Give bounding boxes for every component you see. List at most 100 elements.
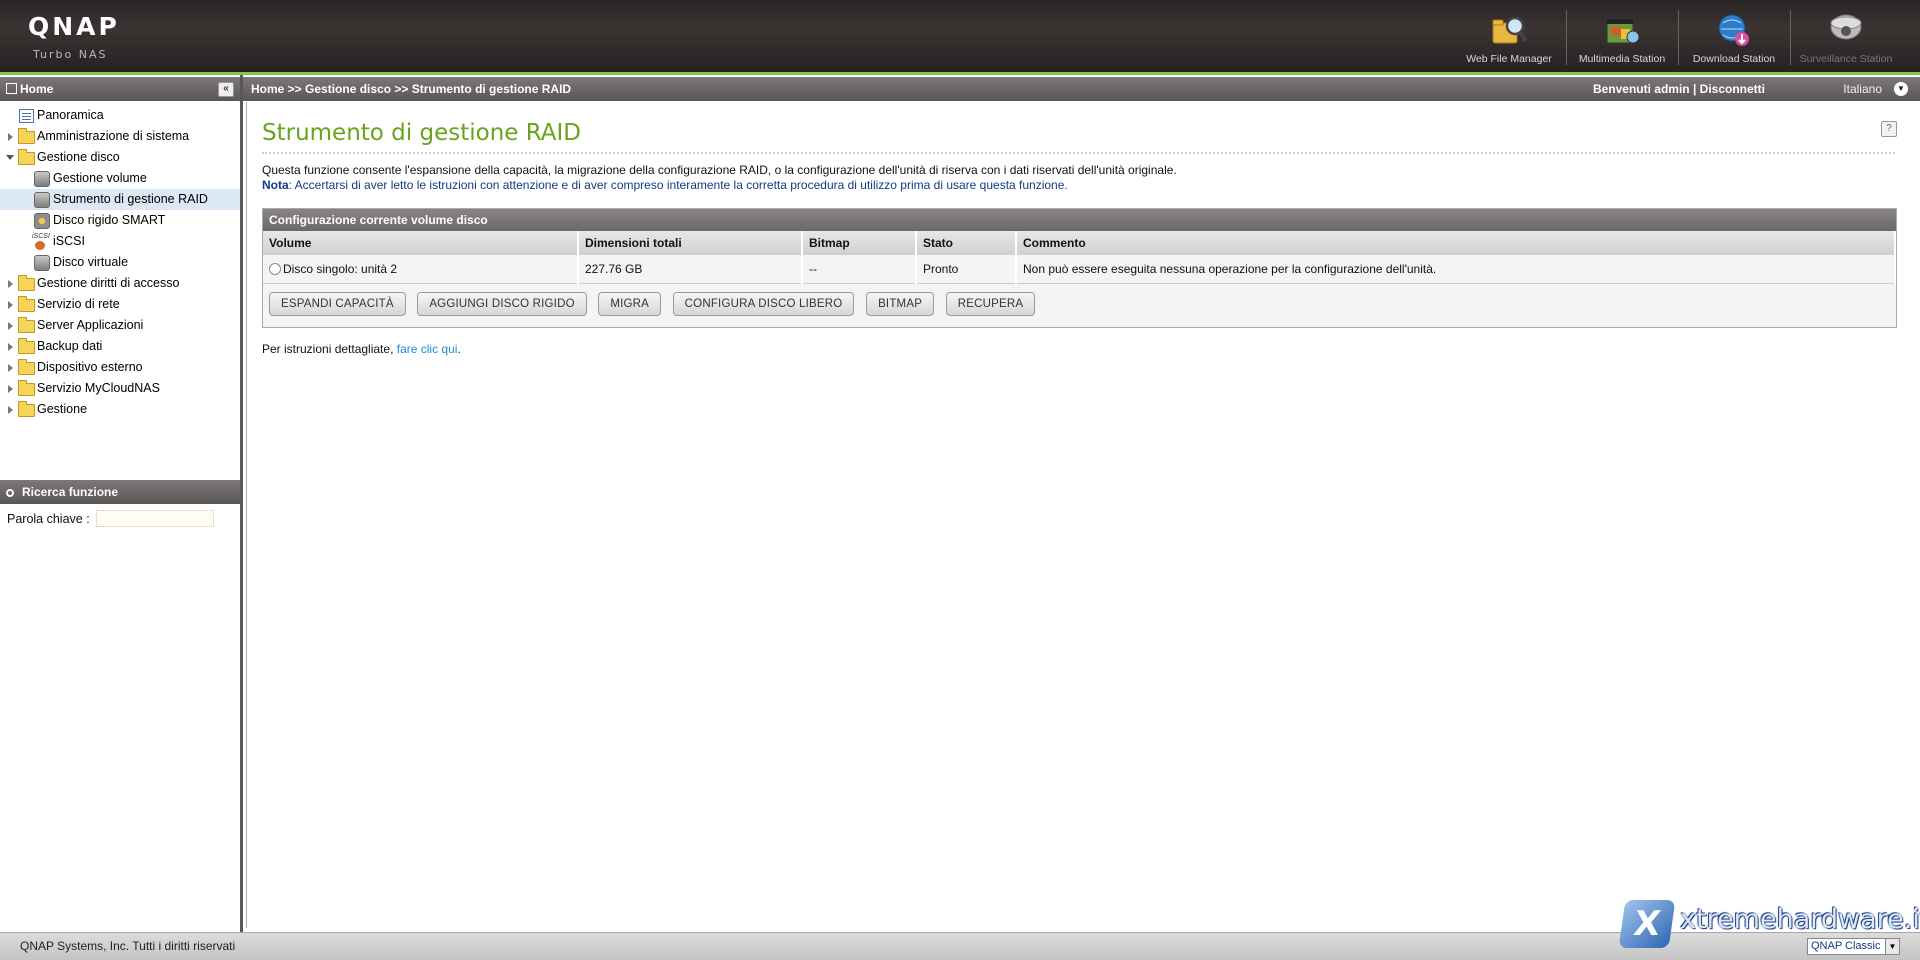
recover-button[interactable]: RECUPERA [945, 292, 1036, 316]
note-text: : Accertarsi di aver letto le istruzioni… [288, 177, 1068, 192]
note-label: Nota [262, 177, 289, 192]
keyword-label: Parola chiave : [7, 512, 90, 526]
help-icon[interactable]: ? [1881, 121, 1897, 137]
folder-icon [18, 128, 35, 144]
sidebar-item-label: Disco rigido SMART [53, 213, 166, 227]
top-bar: Home >> Gestione disco >> Strumento di g… [243, 77, 1920, 101]
chevron-down-icon[interactable]: ▼ [1894, 82, 1908, 96]
qnap-logo: QNAP [28, 12, 120, 41]
column-header-comment: Commento [1016, 231, 1896, 255]
page-title: Strumento di gestione RAID [262, 120, 582, 146]
sidebar-item-mycloudnas[interactable]: Servizio MyCloudNAS [0, 378, 240, 399]
download-icon [1718, 14, 1749, 46]
language-selector[interactable]: Italiano [1843, 77, 1882, 101]
sidebar-item-smart[interactable]: Disco rigido SMART [0, 210, 240, 231]
multimedia-icon [1606, 18, 1640, 44]
multimedia-station-label: Multimedia Station [1578, 53, 1666, 65]
sidebar-item-diritti-accesso[interactable]: Gestione diritti di accesso [0, 273, 240, 294]
column-header-size: Dimensioni totali [578, 231, 803, 255]
sidebar-item-dispositivo-esterno[interactable]: Dispositivo esterno [0, 357, 240, 378]
top-header: QNAP Turbo NAS Web File Manager Multimed… [0, 0, 1920, 75]
sidebar-item-label: Strumento di gestione RAID [53, 192, 208, 206]
download-station-label: Download Station [1692, 53, 1776, 65]
web-file-manager-app[interactable]: Web File Manager [1454, 6, 1564, 66]
turbo-nas-logo: Turbo NAS [33, 48, 108, 61]
camera-icon [1830, 14, 1862, 40]
bitmap-cell: -- [802, 255, 917, 284]
sidebar-item-backup-dati[interactable]: Backup dati [0, 336, 240, 357]
expand-capacity-button[interactable]: ESPANDI CAPACITÀ [269, 292, 406, 316]
folder-icon [18, 296, 35, 312]
sidebar-item-label: Panoramica [37, 108, 104, 122]
folder-icon [18, 338, 35, 354]
sidebar-item-panoramica[interactable]: Panoramica [0, 105, 240, 126]
surveillance-station-app[interactable]: Surveillance Station [1791, 6, 1901, 66]
size-cell: 227.76 GB [578, 255, 803, 284]
iscsi-icon: iSCSI [32, 232, 50, 250]
function-search-bar: Ricerca funzione [0, 480, 240, 504]
search-icon [6, 489, 14, 497]
expand-arrow-icon[interactable] [8, 322, 13, 330]
sidebar-item-amministrazione[interactable]: Amministrazione di sistema [0, 126, 240, 147]
migrate-button[interactable]: MIGRA [598, 292, 662, 316]
folder-icon [18, 275, 35, 291]
overview-icon [19, 109, 34, 123]
sidebar-item-gestione-disco[interactable]: Gestione disco [0, 147, 240, 168]
main-content: Strumento di gestione RAID ? Questa funz… [246, 102, 1917, 928]
folder-icon [18, 401, 35, 417]
comment-cell: Non può essere eseguita nessuna operazio… [1016, 255, 1896, 284]
status-cell: Pronto [916, 255, 1017, 284]
download-station-app[interactable]: Download Station [1679, 6, 1789, 66]
expand-arrow-icon[interactable] [8, 406, 13, 414]
sidebar-item-disco-virtuale[interactable]: Disco virtuale [0, 252, 240, 273]
navigation-tree: Panoramica Amministrazione di sistema Ge… [0, 105, 240, 420]
instructions-link[interactable]: fare clic qui [397, 342, 458, 356]
bitmap-button[interactable]: BITMAP [866, 292, 935, 316]
title-divider [262, 152, 1895, 154]
watermark-x-icon: X [1618, 900, 1676, 948]
web-file-manager-label: Web File Manager [1466, 53, 1552, 65]
sidebar-item-label: Servizio di rete [37, 297, 120, 311]
keyword-input[interactable] [96, 510, 214, 527]
sidebar-item-raid-tool[interactable]: Strumento di gestione RAID [0, 189, 240, 210]
table-row[interactable]: Disco singolo: unità 2 227.76 GB -- Pron… [263, 255, 1896, 284]
expand-arrow-icon[interactable] [8, 280, 13, 288]
sidebar-item-label: Gestione diritti di accesso [37, 276, 180, 290]
volume-name: Disco singolo: unità 2 [283, 262, 398, 276]
sidebar-item-servizio-rete[interactable]: Servizio di rete [0, 294, 240, 315]
sidebar-item-label: Disco virtuale [53, 255, 129, 269]
multimedia-station-app[interactable]: Multimedia Station [1567, 6, 1677, 66]
add-hard-disk-button[interactable]: AGGIUNGI DISCO RIGIDO [417, 292, 587, 316]
sidebar-item-label: Gestione volume [53, 171, 147, 185]
expand-arrow-icon[interactable] [8, 385, 13, 393]
collapse-arrow-icon[interactable] [6, 155, 14, 160]
sidebar-item-iscsi[interactable]: iSCSI iSCSI [0, 231, 240, 252]
action-buttons: ESPANDI CAPACITÀ AGGIUNGI DISCO RIGIDO M… [263, 284, 1896, 324]
folder-open-icon [18, 149, 35, 165]
sidebar-item-gestione-volume[interactable]: Gestione volume [0, 168, 240, 189]
breadcrumb[interactable]: Home >> Gestione disco >> Strumento di g… [251, 77, 571, 101]
sidebar-item-server-applicazioni[interactable]: Server Applicazioni [0, 315, 240, 336]
note: Nota: Accertarsi di aver letto le istruz… [262, 178, 1177, 193]
raid-tool-icon [34, 192, 50, 208]
volume-cell[interactable]: Disco singolo: unità 2 [263, 255, 579, 284]
folder-icon [18, 317, 35, 333]
collapse-panel-button[interactable]: « [218, 82, 234, 97]
folder-icon [18, 359, 35, 375]
welcome-logout[interactable]: Benvenuti admin | Disconnetti [1593, 77, 1765, 101]
home-icon [6, 83, 17, 94]
expand-arrow-icon[interactable] [8, 133, 13, 141]
surveillance-station-label: Surveillance Station [1799, 53, 1893, 65]
sidebar-item-label: Dispositivo esterno [37, 360, 143, 374]
column-header-status: Stato [916, 231, 1017, 255]
configure-spare-disk-button[interactable]: CONFIGURA DISCO LIBERO [672, 292, 855, 316]
sidebar-item-gestione[interactable]: Gestione [0, 399, 240, 420]
expand-arrow-icon[interactable] [8, 301, 13, 309]
home-label: Home [20, 82, 54, 96]
home-bar[interactable]: Home « [0, 77, 240, 101]
expand-arrow-icon[interactable] [8, 343, 13, 351]
volume-radio[interactable] [269, 263, 281, 275]
watermark-logo: X xtremehardware.it [1618, 896, 1920, 952]
sidebar-item-label: Amministrazione di sistema [37, 129, 190, 143]
expand-arrow-icon[interactable] [8, 364, 13, 372]
